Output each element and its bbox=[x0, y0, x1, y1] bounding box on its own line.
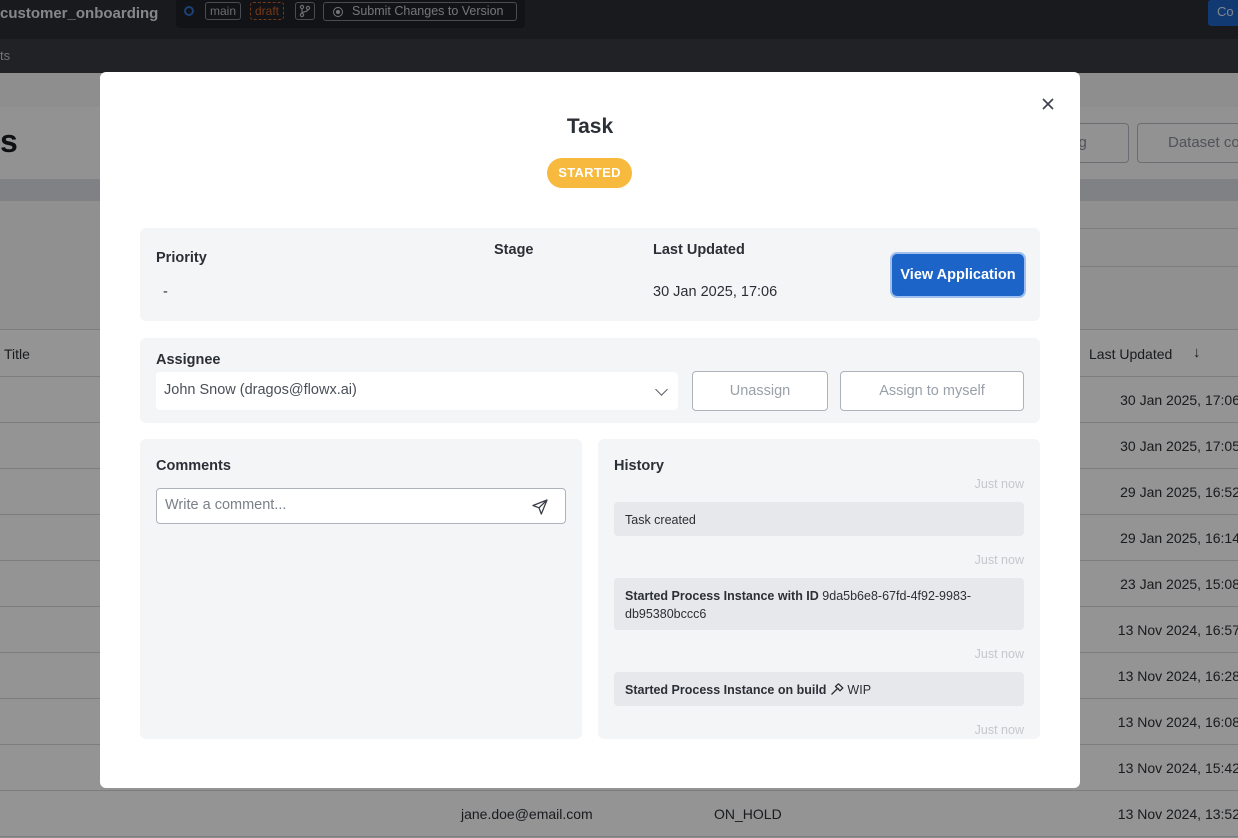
history-item: Started Process Instance on build WIP bbox=[614, 672, 1024, 706]
close-icon[interactable] bbox=[1038, 94, 1058, 114]
task-modal: Task STARTED Priority - Stage Last Updat… bbox=[100, 72, 1080, 788]
hammer-icon bbox=[830, 683, 844, 695]
last-updated-label: Last Updated bbox=[653, 242, 745, 258]
comment-field[interactable] bbox=[156, 488, 566, 524]
history-text-bold: Started Process Instance with ID bbox=[625, 589, 819, 603]
assignee-select[interactable]: John Snow (dragos@flowx.ai) bbox=[156, 372, 678, 410]
stage-label: Stage bbox=[494, 242, 534, 258]
history-label: History bbox=[614, 458, 664, 474]
assignee-card: Assignee John Snow (dragos@flowx.ai) Una… bbox=[140, 338, 1040, 423]
history-timestamp: Just now bbox=[974, 553, 1024, 567]
priority-label: Priority bbox=[156, 250, 207, 266]
last-updated-value: 30 Jan 2025, 17:06 bbox=[653, 284, 778, 300]
history-panel: History Just now Task created Just now S… bbox=[598, 439, 1040, 739]
history-item: Started Process Instance with ID 9da5b6e… bbox=[614, 578, 1024, 630]
priority-value: - bbox=[163, 284, 168, 300]
comments-panel: Comments bbox=[140, 439, 582, 739]
history-text: WIP bbox=[847, 683, 872, 697]
comment-input[interactable] bbox=[165, 497, 515, 513]
assign-to-myself-button[interactable]: Assign to myself bbox=[840, 371, 1024, 411]
comments-label: Comments bbox=[156, 458, 231, 474]
view-application-button[interactable]: View Application bbox=[892, 254, 1024, 296]
unassign-button[interactable]: Unassign bbox=[692, 371, 828, 411]
send-icon[interactable] bbox=[531, 498, 549, 516]
history-item: Task created bbox=[614, 502, 1024, 536]
assignee-label: Assignee bbox=[156, 352, 221, 368]
history-timestamp: Just now bbox=[974, 723, 1024, 737]
history-text-bold: Started Process Instance on build bbox=[625, 683, 827, 697]
history-timestamp: Just now bbox=[974, 477, 1024, 491]
task-info-card: Priority - Stage Last Updated 30 Jan 202… bbox=[140, 228, 1040, 321]
assignee-value: John Snow (dragos@flowx.ai) bbox=[164, 382, 357, 398]
history-timestamp: Just now bbox=[974, 647, 1024, 661]
history-text: Task created bbox=[625, 513, 696, 527]
chevron-down-icon bbox=[655, 383, 668, 396]
status-badge: STARTED bbox=[547, 158, 632, 188]
modal-title: Task bbox=[566, 115, 614, 138]
